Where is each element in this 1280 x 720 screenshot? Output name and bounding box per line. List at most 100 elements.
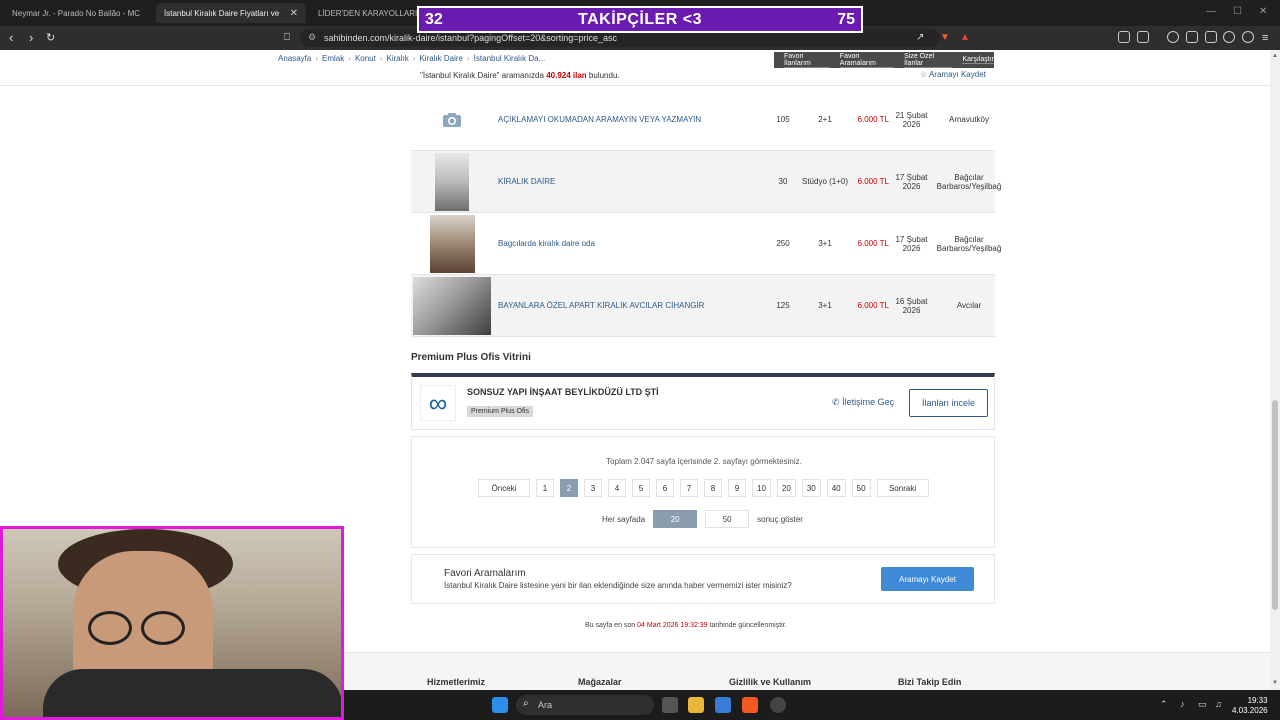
- page-button[interactable]: 5: [632, 479, 650, 497]
- table-row[interactable]: Bagcılarda kiralık daire oda 250 3+1 6.0…: [411, 213, 1001, 275]
- sidebar-icon[interactable]: [1186, 31, 1198, 43]
- table-row[interactable]: BAYANLARA ÖZEL APART KİRALİK AVCILAR CİH…: [411, 275, 995, 337]
- windows-start-icon[interactable]: [492, 697, 508, 713]
- vpn-icon[interactable]: [1242, 31, 1254, 43]
- header-divider: [0, 85, 1270, 86]
- page-button[interactable]: 10: [752, 479, 771, 497]
- page-button[interactable]: 3: [584, 479, 602, 497]
- page-button[interactable]: 9: [728, 479, 746, 497]
- obs-icon[interactable]: [770, 697, 786, 713]
- scroll-up-icon[interactable]: ▲: [1272, 53, 1278, 59]
- listing-date: 17 Şubat 2026: [895, 234, 928, 253]
- search-icon: ⌕: [523, 698, 529, 709]
- back-icon[interactable]: ‹: [9, 30, 13, 46]
- extensions-icon[interactable]: [1118, 31, 1130, 43]
- page-button[interactable]: 8: [704, 479, 722, 497]
- star-icon: ☆: [920, 70, 928, 79]
- page-button[interactable]: 40: [826, 479, 846, 497]
- breadcrumb-item[interactable]: Kiralık: [387, 54, 409, 63]
- brave-browser-icon[interactable]: [742, 697, 758, 713]
- listing-title[interactable]: KİRALIK DAİRE: [493, 177, 765, 186]
- page-button[interactable]: 1: [536, 479, 554, 497]
- scrollbar-thumb[interactable]: [1272, 400, 1278, 610]
- breadcrumb-item[interactable]: Kiralık Daire: [419, 54, 463, 63]
- page-button[interactable]: 6: [656, 479, 674, 497]
- per-page-option[interactable]: 20: [653, 510, 698, 528]
- media-icon[interactable]: [1167, 31, 1179, 43]
- file-explorer-icon[interactable]: [688, 697, 704, 713]
- breadcrumb-item[interactable]: Emlak: [322, 54, 344, 63]
- share-icon[interactable]: ↗: [916, 30, 924, 46]
- listing-photo: [413, 276, 491, 335]
- leo-icon[interactable]: [1223, 31, 1235, 43]
- personal-listings-link[interactable]: Size Özel İlanlar: [904, 53, 953, 68]
- company-name[interactable]: SONSUZ YAPI İNŞAAT BEYLİKDÜZÜ LTD ŞTİ: [467, 387, 659, 397]
- listing-title[interactable]: AÇIKLAMAYI OKUMADAN ARAMAYIN VEYA YAZMAY…: [493, 115, 765, 124]
- mic-icon[interactable]: ♪: [1180, 699, 1185, 709]
- compare-link[interactable]: Karşılaştır: [962, 56, 994, 64]
- page-button[interactable]: 7: [680, 479, 698, 497]
- volume-icon[interactable]: ♫: [1215, 699, 1222, 709]
- listing-price: 6.000 TL: [857, 177, 889, 186]
- save-search-link[interactable]: ☆ Aramayı Kaydet: [920, 70, 986, 79]
- listing-title[interactable]: Bagcılarda kiralık daire oda: [493, 239, 765, 248]
- listing-thumbnail[interactable]: [411, 275, 493, 337]
- page-button[interactable]: 30: [801, 479, 821, 497]
- listing-price: 6.000 TL: [857, 301, 889, 310]
- view-listings-button[interactable]: İlanları incele: [909, 389, 988, 417]
- listing-location: Arnavutköy: [948, 115, 990, 124]
- table-row[interactable]: AÇIKLAMAYI OKUMADAN ARAMAYIN VEYA YAZMAY…: [411, 89, 995, 151]
- wallet-icon[interactable]: [1205, 31, 1217, 43]
- page-button[interactable]: 4: [608, 479, 626, 497]
- bookmark-icon[interactable]: ⎕: [284, 30, 290, 46]
- listing-thumbnail[interactable]: [411, 213, 493, 275]
- prev-page-button[interactable]: Önceki: [478, 479, 530, 497]
- next-page-button[interactable]: Sonraki: [876, 479, 929, 497]
- listing-title[interactable]: BAYANLARA ÖZEL APART KİRALİK AVCILAR CİH…: [493, 301, 765, 310]
- listing-thumbnail[interactable]: [411, 89, 493, 151]
- contact-link[interactable]: ✆ İletişime Geç: [832, 397, 894, 408]
- listing-location: Bağcılar Barbaros/Yeşilbağ: [936, 234, 1002, 253]
- save-search-button[interactable]: Aramayı Kaydet: [881, 567, 974, 591]
- close-tab-icon[interactable]: ✕: [282, 8, 298, 19]
- pagination-info: Toplam 2.047 sayfa içerisinde 2. sayfayı…: [606, 457, 802, 466]
- per-page-option[interactable]: 50: [705, 510, 750, 528]
- tab-lider[interactable]: LİDER'DEN KARAYOLLARI: [310, 3, 420, 23]
- current-page-button[interactable]: 2: [560, 479, 578, 497]
- breadcrumb-item[interactable]: Konut: [355, 54, 376, 63]
- page-scrollbar[interactable]: ▲ ▼: [1270, 50, 1280, 690]
- page-button[interactable]: 50: [851, 479, 871, 497]
- brave-rewards-icon[interactable]: ▲: [960, 30, 970, 46]
- menu-icon[interactable]: ≡: [1262, 30, 1268, 46]
- listing-photo: [429, 214, 475, 273]
- favorite-searches-link[interactable]: Favori Aramalarım: [839, 53, 895, 68]
- scroll-down-icon[interactable]: ▼: [1272, 680, 1278, 686]
- taskbar-search[interactable]: ⌕ Ara: [516, 695, 654, 715]
- table-row[interactable]: KİRALIK DAİRE 30 Stüdyo (1+0) 6.000 TL 1…: [411, 151, 1001, 213]
- company-logo[interactable]: ∞: [420, 385, 456, 421]
- close-window-icon[interactable]: ✕: [1259, 6, 1267, 17]
- listing-m2: 125: [776, 301, 790, 310]
- favorite-searches-desc: İstanbul Kiralık Daire listesine yeni bi…: [444, 581, 792, 590]
- system-clock[interactable]: 19:33 4.03.2026: [1232, 696, 1268, 716]
- page-button[interactable]: 20: [776, 479, 796, 497]
- maximize-icon[interactable]: ☐: [1233, 6, 1242, 17]
- tray-chevron-icon[interactable]: ⌃: [1160, 699, 1168, 710]
- screenshot-icon[interactable]: [1137, 31, 1149, 43]
- network-icon[interactable]: ▭: [1198, 699, 1207, 710]
- camera-icon: [443, 112, 461, 127]
- breadcrumb-item[interactable]: Anasayfa: [278, 54, 311, 63]
- site-info-icon[interactable]: ⚙: [308, 32, 316, 43]
- store-icon[interactable]: [715, 697, 731, 713]
- listing-m2: 250: [776, 239, 790, 248]
- task-view-icon[interactable]: [662, 697, 678, 713]
- reload-icon[interactable]: ↻: [46, 30, 55, 46]
- breadcrumb-item[interactable]: İstanbul Kiralık Da...: [474, 54, 546, 63]
- tab-sahibinden[interactable]: İstanbul Kiralık Daire Fiyatları ve ✕: [156, 3, 306, 23]
- brave-shield-icon[interactable]: ▼: [940, 30, 950, 46]
- forward-icon[interactable]: ›: [29, 30, 33, 46]
- favorite-listings-link[interactable]: Favori İlanlarım: [784, 53, 830, 68]
- listing-thumbnail[interactable]: [411, 151, 493, 213]
- tab-youtube[interactable]: Neymar Jr. - Parado No Bailão - MC: [4, 3, 152, 23]
- minimize-icon[interactable]: —: [1206, 6, 1216, 17]
